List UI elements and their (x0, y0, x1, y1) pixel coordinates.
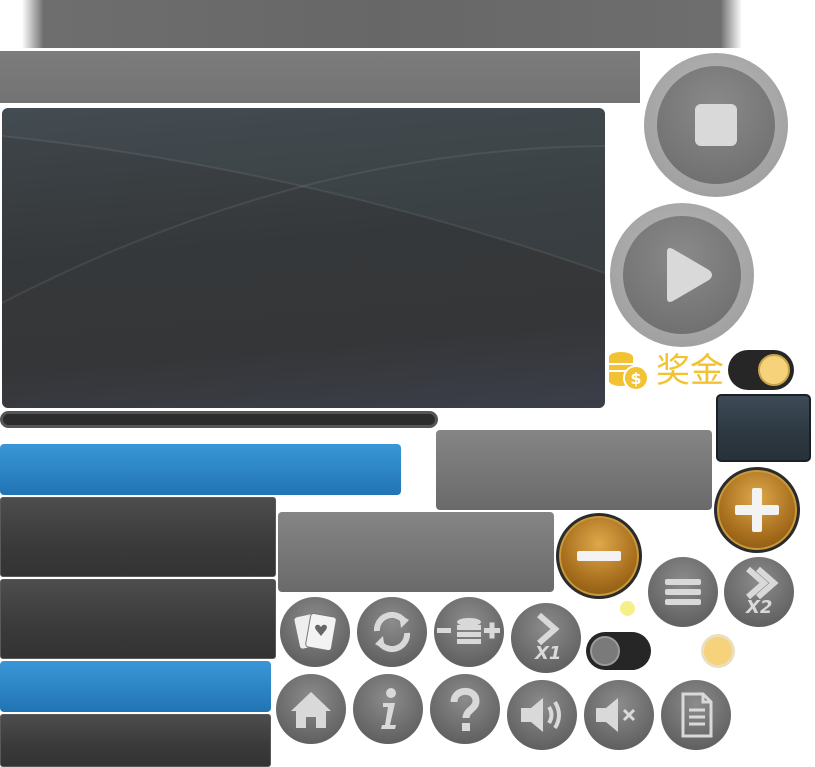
stop-button-face (657, 66, 775, 184)
sound-toggle[interactable] (586, 632, 651, 670)
indicator-dot (620, 601, 635, 616)
grey-button-large[interactable] (436, 430, 712, 510)
speed-x1-label: X1 (535, 643, 562, 664)
dark-panel-button[interactable] (716, 394, 811, 462)
sound-off-icon (596, 698, 636, 732)
home-icon (291, 692, 331, 728)
blue-button-small[interactable] (0, 661, 271, 712)
toggle-knob (590, 636, 620, 666)
toggle-knob-standalone (701, 634, 735, 668)
menu-button[interactable] (648, 557, 718, 627)
dark-button-2[interactable] (0, 579, 276, 659)
stop-icon (695, 104, 737, 146)
plus-icon (735, 488, 779, 532)
menu-icon (665, 579, 701, 605)
panel-background-arcs (2, 108, 605, 304)
progress-track (0, 411, 438, 428)
svg-text:$: $ (630, 369, 641, 388)
stop-button[interactable] (644, 53, 788, 197)
sound-off-button[interactable] (584, 680, 654, 750)
info-icon (381, 688, 396, 729)
refresh-button[interactable] (357, 597, 427, 667)
plus-button[interactable] (714, 467, 800, 553)
dark-button-3[interactable] (0, 714, 271, 767)
paytable-button[interactable] (661, 680, 731, 750)
cards-button[interactable] (280, 597, 350, 667)
minus-icon (577, 551, 621, 561)
sound-on-icon (521, 698, 561, 732)
help-button[interactable] (430, 674, 500, 744)
grey-button-medium[interactable] (278, 512, 554, 592)
game-panel (2, 108, 605, 408)
top-banner-strip (22, 0, 742, 48)
home-button[interactable] (276, 674, 346, 744)
minus-button[interactable] (556, 513, 642, 599)
speed-x1-button[interactable]: X1 (511, 603, 581, 673)
refresh-icon (373, 611, 411, 653)
bet-adjust-button[interactable] (434, 597, 504, 667)
bonus-label: 奖金 (656, 351, 724, 391)
bonus-toggle[interactable] (728, 350, 794, 390)
dark-button-1[interactable] (0, 497, 276, 577)
sound-on-button[interactable] (507, 680, 577, 750)
play-icon (667, 248, 712, 302)
play-button[interactable] (610, 203, 754, 347)
blue-button-wide[interactable] (0, 444, 401, 495)
header-bar (0, 51, 640, 103)
play-button-face (623, 216, 741, 334)
coins-icon: $ (607, 349, 649, 391)
speed-x2-label: X2 (746, 597, 773, 618)
bet-adjust-icon (437, 618, 500, 644)
cards-icon (294, 612, 337, 652)
paytable-icon (681, 692, 713, 738)
speed-x2-button[interactable]: X2 (724, 557, 794, 627)
toggle-knob (758, 354, 790, 386)
info-button[interactable] (353, 674, 423, 744)
help-icon (450, 687, 480, 731)
